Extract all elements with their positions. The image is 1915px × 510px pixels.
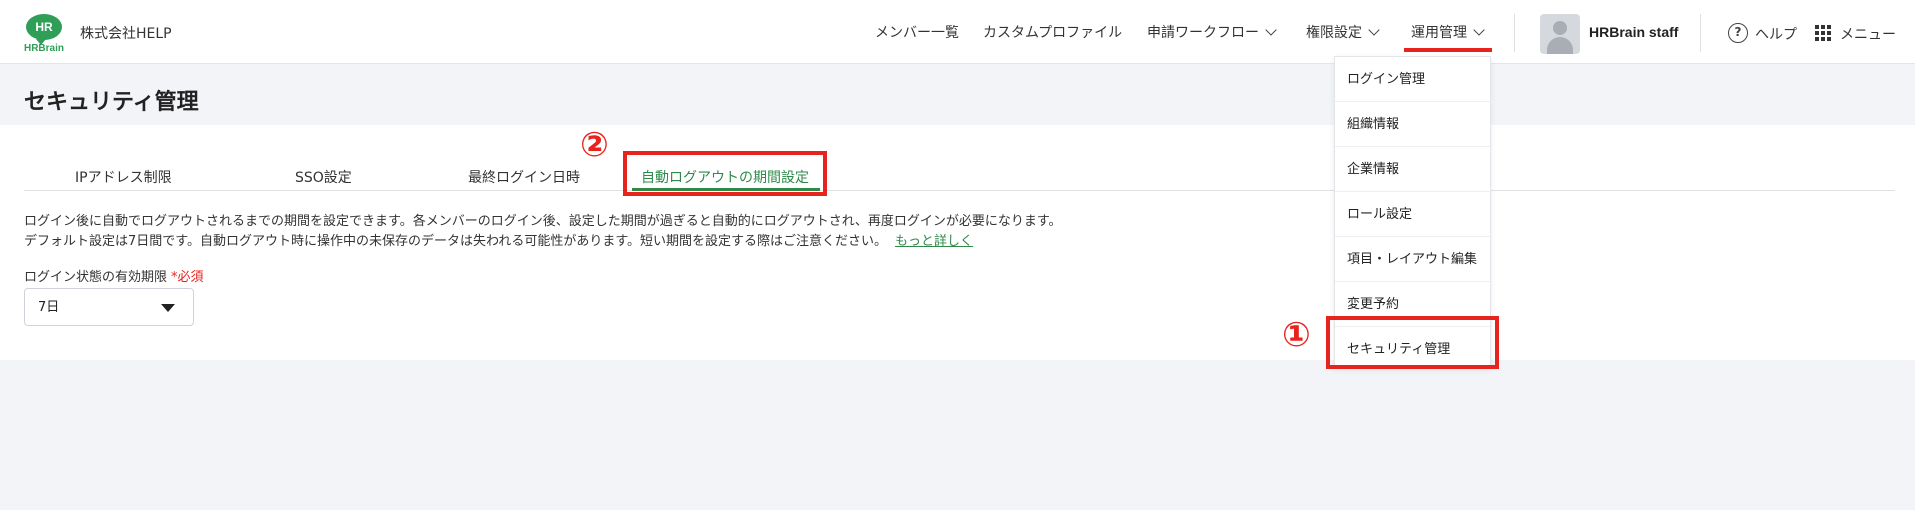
app-grid-icon[interactable] — [1815, 25, 1831, 41]
avatar[interactable] — [1540, 14, 1580, 54]
header-divider — [1700, 14, 1701, 52]
expiry-select-value: 7日 — [38, 300, 60, 315]
annotation-marker-1: ① — [1282, 315, 1311, 355]
menu-item-login-management[interactable]: ログイン管理 — [1335, 57, 1492, 102]
app-header: HR HRBrain 株式会社HELP メンバー一覧 カスタムプロファイル 申請… — [0, 0, 1915, 64]
nav-custom-profile-label: カスタムプロファイル — [983, 25, 1123, 41]
nav-member-list-label: メンバー一覧 — [875, 25, 959, 41]
nav-operations[interactable]: 運用管理 — [1411, 0, 1485, 64]
logo-word: HRBrain — [23, 43, 64, 54]
hrbrain-logo[interactable]: HR HRBrain — [22, 14, 66, 54]
tab-ip-restriction[interactable]: IPアドレス制限 — [75, 167, 172, 187]
nav-permissions[interactable]: 権限設定 — [1306, 0, 1380, 64]
menu-item-role-settings[interactable]: ロール設定 — [1335, 192, 1492, 237]
learn-more-link[interactable]: もっと詳しく — [895, 234, 973, 249]
company-name: 株式会社HELP — [80, 26, 172, 42]
description-line-2-text: デフォルト設定は7日間です。自動ログアウト時に操作中の未保存のデータは失われる可… — [24, 234, 888, 249]
annotation-marker-2: ② — [580, 125, 609, 165]
tab-last-login[interactable]: 最終ログイン日時 — [468, 167, 580, 187]
nav-custom-profile[interactable]: カスタムプロファイル — [983, 0, 1122, 64]
header-divider — [1514, 14, 1515, 52]
help-icon[interactable]: ? — [1728, 23, 1748, 43]
logo-bubble: HR — [26, 14, 62, 45]
caret-down-icon — [161, 304, 175, 312]
nav-operations-label: 運用管理 — [1411, 25, 1467, 41]
avatar-body — [1547, 37, 1573, 54]
nav-workflow[interactable]: 申請ワークフロー — [1147, 0, 1277, 64]
description-line-2: デフォルト設定は7日間です。自動ログアウト時に操作中の未保存のデータは失われる可… — [24, 230, 973, 249]
tab-divider — [24, 190, 1895, 191]
avatar-head — [1553, 21, 1567, 35]
nav-active-indicator — [1404, 48, 1492, 52]
expiry-select[interactable]: 7日 — [24, 288, 194, 326]
chevron-down-icon — [1368, 24, 1380, 36]
tab-sso[interactable]: SSO設定 — [295, 167, 352, 187]
menu-item-layout-edit[interactable]: 項目・レイアウト編集 — [1335, 237, 1492, 282]
menu-link[interactable]: メニュー — [1840, 24, 1896, 44]
nav-permissions-label: 権限設定 — [1306, 25, 1362, 41]
page-title: セキュリティ管理 — [24, 90, 199, 115]
required-badge: *必須 — [171, 270, 204, 285]
nav-member-list[interactable]: メンバー一覧 — [875, 0, 959, 64]
expiry-field-label: ログイン状態の有効期限 *必須 — [24, 266, 204, 285]
menu-item-company-info[interactable]: 企業情報 — [1335, 147, 1492, 192]
chevron-down-icon — [1265, 24, 1277, 36]
user-name[interactable]: HRBrain staff — [1589, 24, 1678, 40]
nav-workflow-label: 申請ワークフロー — [1147, 25, 1259, 41]
help-link[interactable]: ヘルプ — [1755, 24, 1797, 44]
expiry-label-text: ログイン状態の有効期限 — [24, 270, 168, 285]
highlight-box-tab — [623, 151, 827, 196]
chevron-down-icon — [1473, 24, 1485, 36]
menu-item-organization[interactable]: 組織情報 — [1335, 102, 1492, 147]
title-band — [0, 65, 1915, 125]
description-line-1: ログイン後に自動でログアウトされるまでの期間を設定できます。各メンバーのログイン… — [24, 214, 1062, 229]
highlight-box-menu — [1326, 316, 1499, 369]
